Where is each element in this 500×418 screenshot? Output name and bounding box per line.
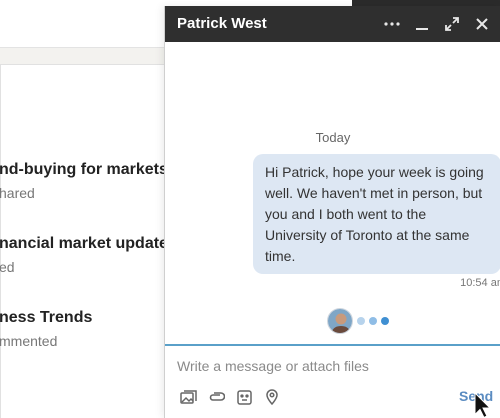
message-window-header[interactable]: Patrick West — [165, 6, 500, 42]
message-input[interactable] — [177, 355, 477, 377]
gif-icon[interactable] — [235, 388, 253, 406]
typing-indicator — [327, 308, 389, 334]
typing-dot — [381, 317, 389, 325]
attachment-icon[interactable] — [207, 388, 225, 406]
feed-card: nd-buying for markets hared nancial mark… — [0, 64, 168, 418]
composer-toolbar — [179, 388, 281, 406]
minimize-icon[interactable] — [413, 13, 431, 35]
more-icon[interactable] — [383, 13, 401, 35]
date-separator: Today — [315, 130, 351, 145]
header-controls — [383, 12, 491, 36]
contact-name[interactable]: Patrick West — [177, 15, 267, 32]
close-icon[interactable] — [473, 13, 491, 35]
composer-divider — [165, 344, 500, 346]
image-icon[interactable] — [179, 388, 197, 406]
typing-dot — [357, 317, 365, 325]
mouse-cursor-icon — [474, 391, 492, 418]
typing-dot — [369, 317, 377, 325]
avatar — [327, 308, 353, 334]
message-timestamp: 10:54 am — [460, 277, 500, 289]
expand-icon[interactable] — [443, 13, 461, 35]
message-window: Patrick West Today Hi Patrick, hope your… — [164, 6, 500, 418]
sent-message-bubble[interactable]: Hi Patrick, hope your week is going well… — [253, 154, 500, 274]
location-icon[interactable] — [263, 388, 281, 406]
